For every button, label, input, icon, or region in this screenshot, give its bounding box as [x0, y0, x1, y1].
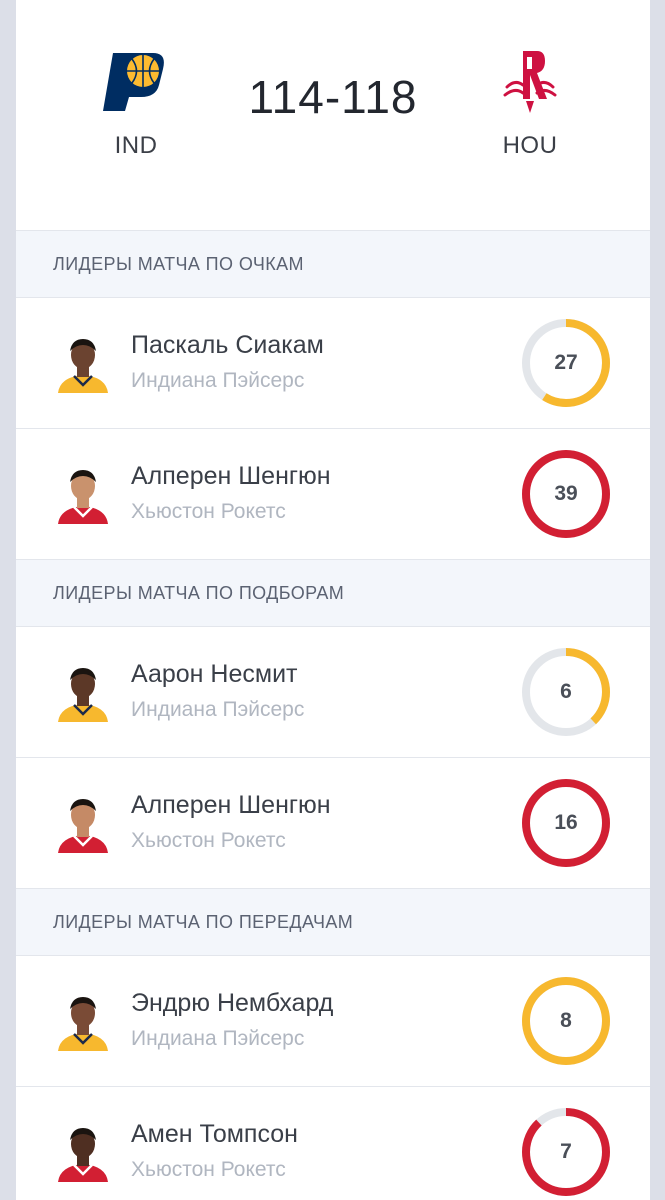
player-team: Индиана Пэйсерс	[131, 1027, 305, 1050]
player-avatar-icon	[58, 470, 108, 524]
player-name: Алперен Шенгюн	[131, 791, 331, 819]
away-team-abbr: HOU	[502, 132, 558, 159]
leader-row[interactable]: Амен Томпсон Хьюстон Рокетс 7	[16, 1087, 650, 1200]
leaders-list: ЛИДЕРЫ МАТЧА ПО ОЧКАМ Паскаль Сиакам Инди…	[16, 231, 650, 1200]
player-avatar-icon	[58, 339, 108, 393]
stat-value: 39	[554, 482, 578, 505]
leader-row[interactable]: Алперен Шенгюн Хьюстон Рокетс 16	[16, 758, 650, 889]
scoreboard: IND 114-118 HOU	[16, 0, 650, 231]
section-title: ЛИДЕРЫ МАТЧА ПО ПОДБОРАМ	[53, 582, 345, 603]
player-team: Хьюстон Рокетс	[131, 500, 286, 523]
player-avatar	[54, 333, 112, 393]
player-name: Аарон Несмит	[131, 660, 298, 688]
player-avatar	[54, 464, 112, 524]
section-header: ЛИДЕРЫ МАТЧА ПО ОЧКАМ	[16, 231, 650, 298]
player-avatar	[54, 991, 112, 1051]
game-summary-card: IND 114-118 HOU ЛИДЕРЫ МАТЧА ПО ОЧКАМ Па…	[16, 0, 650, 1200]
player-name: Паскаль Сиакам	[131, 331, 324, 359]
pacers-logo-icon	[103, 53, 164, 111]
player-avatar	[54, 1122, 112, 1182]
stat-value: 8	[560, 1009, 572, 1032]
leader-row[interactable]: Алперен Шенгюн Хьюстон Рокетс 39	[16, 429, 650, 560]
stat-value: 16	[554, 811, 578, 834]
section-title: ЛИДЕРЫ МАТЧА ПО ОЧКАМ	[53, 253, 304, 274]
player-avatar-icon	[58, 997, 108, 1051]
rockets-logo-icon	[503, 51, 557, 113]
home-team[interactable]: IND	[76, 45, 196, 160]
player-team: Хьюстон Рокетс	[131, 829, 286, 852]
section-header: ЛИДЕРЫ МАТЧА ПО ПОДБОРАМ	[16, 560, 650, 627]
player-name: Эндрю Нембхард	[131, 989, 334, 1017]
player-team: Хьюстон Рокетс	[131, 1158, 286, 1181]
home-team-abbr: IND	[114, 132, 158, 159]
stat-value: 7	[560, 1140, 572, 1163]
stat-value: 27	[554, 351, 578, 374]
section-title: ЛИДЕРЫ МАТЧА ПО ПЕРЕДАЧАМ	[53, 911, 354, 932]
away-team[interactable]: HOU	[470, 45, 590, 160]
player-name: Алперен Шенгюн	[131, 462, 331, 490]
leader-row[interactable]: Паскаль Сиакам Индиана Пэйсерс 27	[16, 298, 650, 429]
player-avatar-icon	[58, 1128, 108, 1182]
player-name: Амен Томпсон	[131, 1120, 298, 1148]
leader-row[interactable]: Аарон Несмит Индиана Пэйсерс 6	[16, 627, 650, 758]
leader-row[interactable]: Эндрю Нембхард Индиана Пэйсерс 8	[16, 956, 650, 1087]
section-header: ЛИДЕРЫ МАТЧА ПО ПЕРЕДАЧАМ	[16, 889, 650, 956]
game-score: 114-118	[248, 71, 418, 123]
player-avatar	[54, 793, 112, 853]
stat-value: 6	[560, 680, 572, 703]
player-team: Индиана Пэйсерс	[131, 698, 305, 721]
player-avatar-icon	[58, 799, 108, 853]
player-avatar-icon	[58, 668, 108, 722]
player-avatar	[54, 662, 112, 722]
player-team: Индиана Пэйсерс	[131, 369, 305, 392]
